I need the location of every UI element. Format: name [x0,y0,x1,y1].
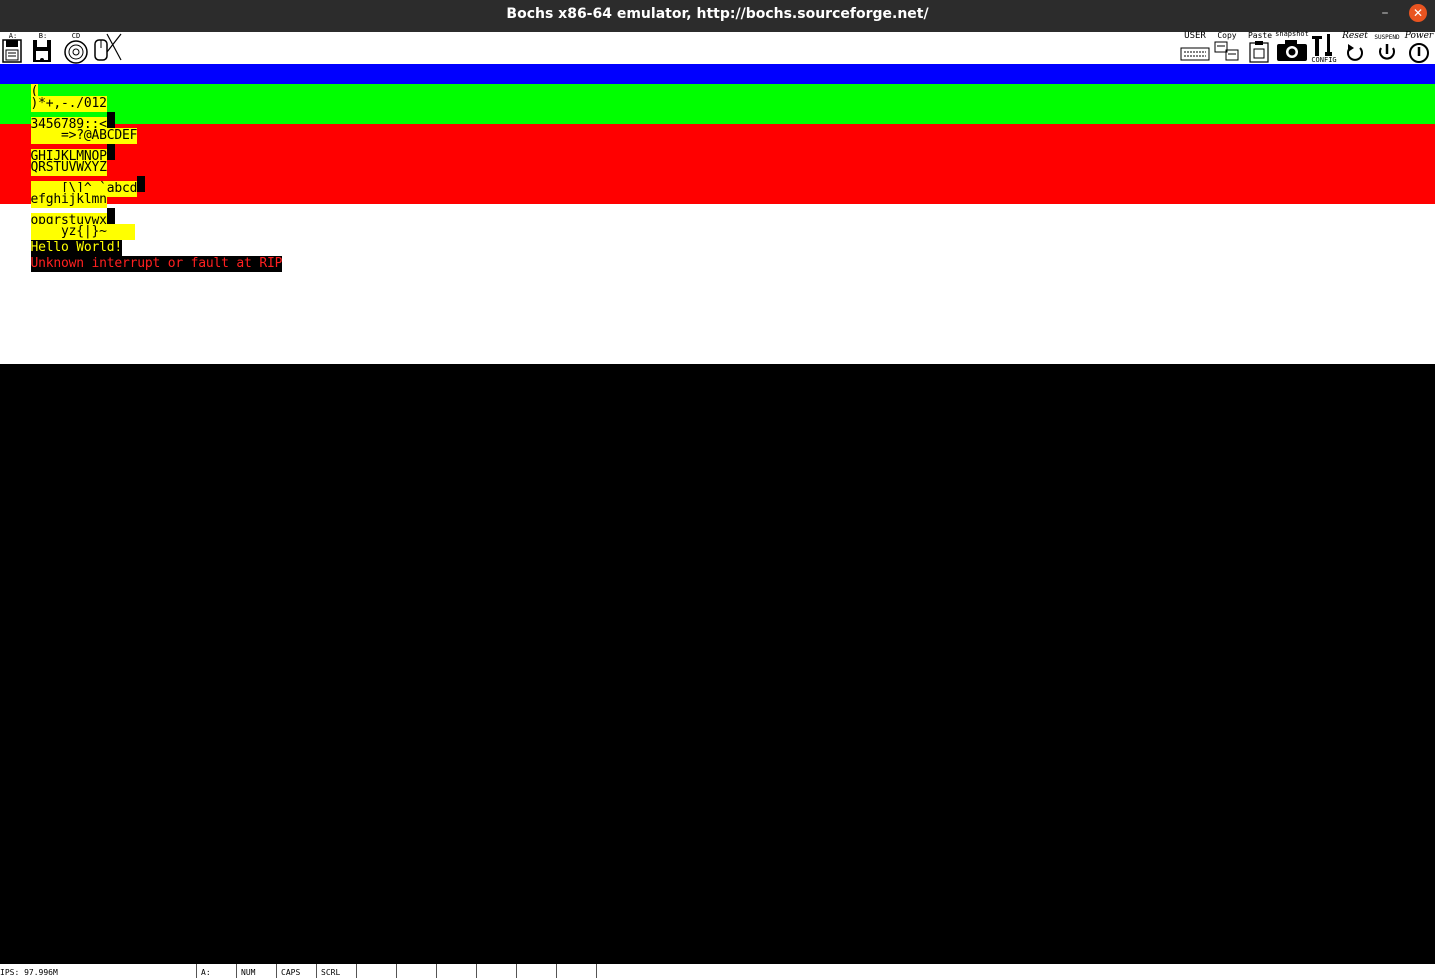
vga-screen[interactable]: ( )*+,-./012 3456789:;< =>?@ABCDEF GHIJK… [0,64,1435,364]
config-icon [1312,34,1332,56]
window-titlebar: Bochs x86-64 emulator, http://bochs.sour… [0,0,1435,32]
status-slot [596,964,601,978]
red-band [0,124,1435,204]
power-label: Power [1404,31,1434,41]
status-bar: IPS: 97.996M A: NUM CAPS SCRL [0,964,1435,978]
vga-line-3: =>?@ABCDEF [0,112,137,144]
floppy-a-status: A: [196,964,236,978]
caps-lock-status: CAPS [276,964,316,978]
reset-icon [1347,44,1363,61]
floppy-b-button[interactable]: B: [32,32,54,64]
mouse-icon [94,33,122,61]
status-slot [396,964,436,978]
num-lock-status: NUM [236,964,276,978]
paste-button[interactable]: Paste [1247,32,1273,64]
camera-icon [1277,40,1307,61]
status-slot [476,964,516,978]
vga-line-error: Unknown interrupt or fault at RIP [0,240,282,272]
copy-label: Copy [1217,31,1237,40]
snapshot-button[interactable]: snapshot [1275,30,1309,64]
reset-label: Reset [1342,31,1368,41]
config-button[interactable]: CONFIG [1310,32,1338,64]
user-label: USER [1184,31,1206,41]
config-label: CONFIG [1311,56,1337,64]
user-keyboard-button[interactable]: USER [1180,32,1210,64]
status-slot [516,964,556,978]
green-band [0,84,1435,124]
vga-line-hello: Hello World! [0,224,122,256]
vga-line-4: GHIJKLMNOP [0,128,115,165]
blue-band [0,64,1435,84]
minimize-button[interactable]: – [1379,6,1391,22]
mouse-button[interactable] [93,32,123,64]
close-button[interactable]: ✕ [1409,4,1427,22]
floppy-a-icon [2,39,22,63]
status-slot [436,964,476,978]
suspend-button[interactable]: SUSPEND [1372,32,1402,64]
paste-label: Paste [1247,31,1273,40]
suspend-label: SUSPEND [1374,34,1400,41]
copy-button[interactable]: Copy [1214,32,1240,64]
suspend-icon [1379,44,1395,60]
floppy-b-icon [33,40,51,62]
cursor-block [106,144,115,160]
window-title: Bochs x86-64 emulator, http://bochs.sour… [506,6,929,22]
status-slot [356,964,396,978]
vga-line-7: efghijklmn [0,176,107,208]
vga-line-6: [\]^_`abcd [0,160,146,197]
ips-indicator: IPS: 97.996M [0,968,58,977]
paste-icon [1249,41,1269,63]
power-icon [1409,43,1429,63]
floppy-a-button[interactable]: A: [2,32,24,64]
cdrom-icon [64,40,88,64]
keyboard-icon [1180,47,1210,61]
power-button[interactable]: Power [1404,32,1434,64]
reset-button[interactable]: Reset [1340,32,1370,64]
cursor-block [137,176,146,192]
copy-icon [1214,41,1239,61]
vga-line-9: yz{|}~ [0,208,135,240]
scroll-lock-status: SCRL [316,964,356,978]
vga-line-1: )*+,-./012 [0,80,107,112]
status-slot [556,964,596,978]
bochs-toolbar: A: B: CD USER Copy Paste snapshot CONFIG… [0,30,1435,64]
cdrom-button[interactable]: CD [63,32,89,64]
snapshot-label: snapshot [1275,30,1309,38]
vga-line-5: QRSTUVWXYZ [0,144,107,176]
fault-message: Unknown interrupt or fault at RIP [30,256,283,272]
vga-line-2: 3456789:;< [0,96,115,133]
vga-line-8: opqrstuvwx [0,192,115,229]
